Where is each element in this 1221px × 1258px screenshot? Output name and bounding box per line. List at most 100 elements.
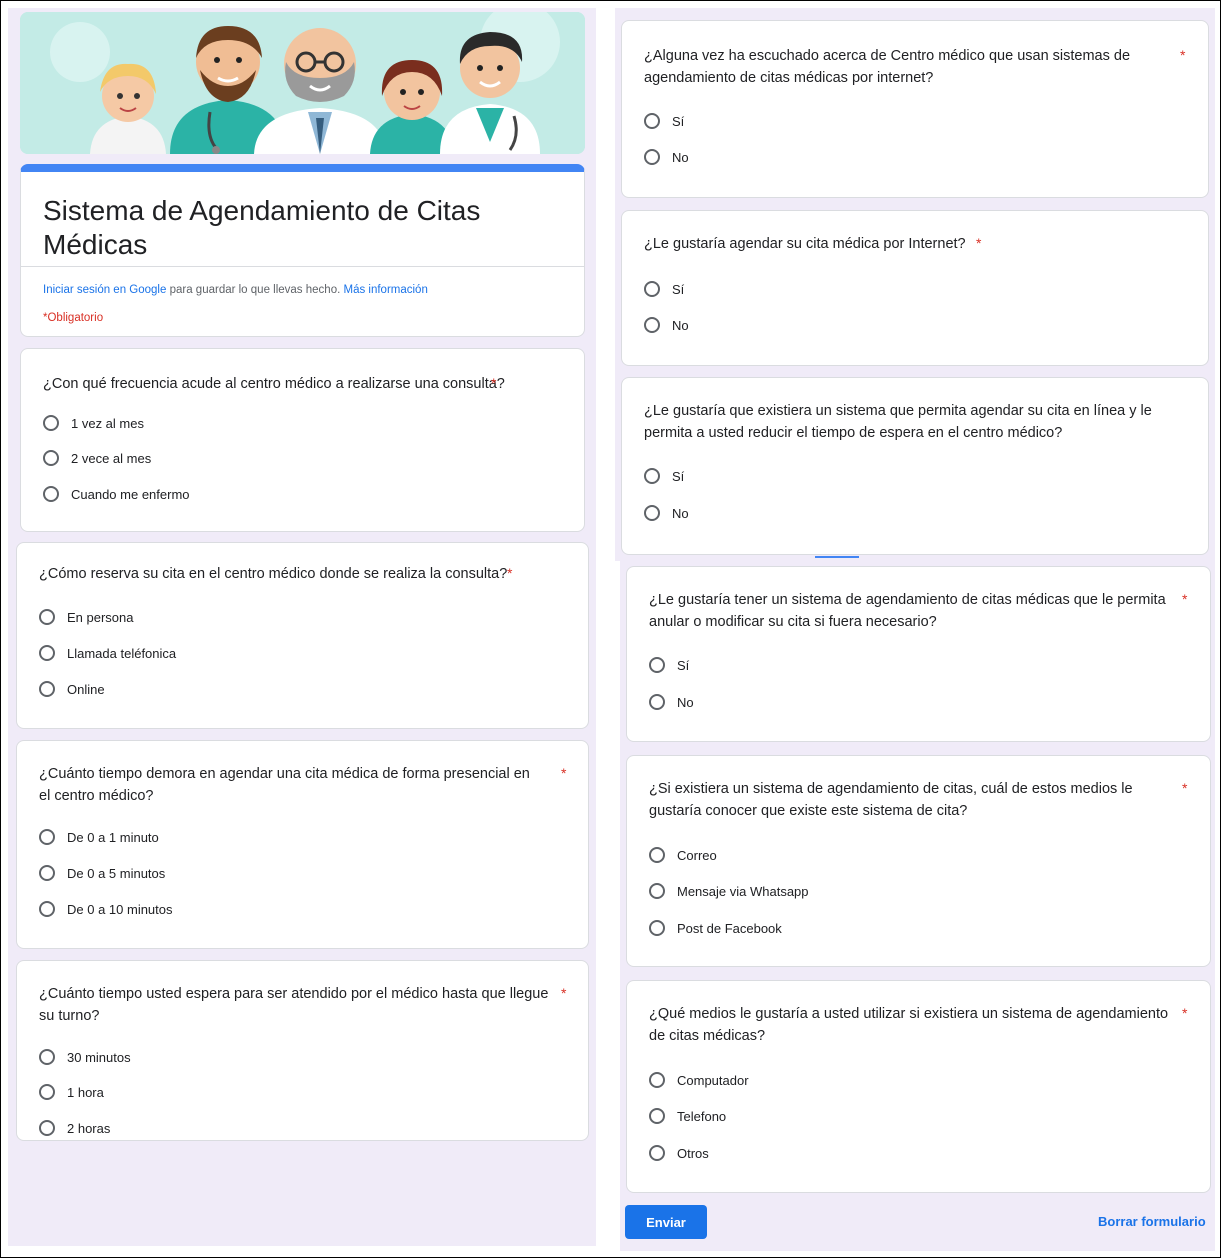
option-label: 2 vece al mes <box>71 450 152 466</box>
option-label: 30 minutos <box>67 1049 131 1065</box>
radio-option[interactable]: No <box>649 694 694 710</box>
radio-option[interactable]: 2 horas <box>39 1120 110 1136</box>
radio-circle-icon[interactable] <box>39 645 55 661</box>
radio-option[interactable]: Sí <box>644 281 684 297</box>
radio-option[interactable]: Online <box>39 681 105 697</box>
question-card: ¿Cómo reserva su cita en el centro médic… <box>16 542 589 729</box>
radio-circle-icon[interactable] <box>39 1049 55 1065</box>
radio-option[interactable]: No <box>644 149 689 165</box>
question-card: ¿Si existiera un sistema de agendamiento… <box>626 755 1211 967</box>
required-asterisk: * <box>1182 591 1188 607</box>
radio-option[interactable]: Mensaje via Whatsapp <box>649 883 809 899</box>
question-title: ¿Si existiera un sistema de agendamiento… <box>649 781 1133 819</box>
option-label: 1 vez al mes <box>71 415 144 431</box>
radio-circle-icon[interactable] <box>649 1108 665 1124</box>
question-card: ¿Qué medios le gustaría a usted utilizar… <box>626 980 1211 1193</box>
radio-circle-icon[interactable] <box>649 847 665 863</box>
option-label: De 0 a 5 minutos <box>67 865 166 881</box>
radio-option[interactable]: De 0 a 1 minuto <box>39 829 159 845</box>
radio-circle-icon[interactable] <box>644 149 660 165</box>
radio-option[interactable]: En persona <box>39 609 134 625</box>
submit-button[interactable]: Enviar <box>625 1205 707 1239</box>
question-card: ¿Con qué frecuencia acude al centro médi… <box>20 348 585 532</box>
option-label: No <box>672 505 689 521</box>
radio-option[interactable]: 30 minutos <box>39 1049 131 1065</box>
radio-circle-icon[interactable] <box>649 1145 665 1161</box>
question-title: ¿Le gustaría que existiera un sistema qu… <box>644 403 1152 441</box>
radio-circle-icon[interactable] <box>644 317 660 333</box>
radio-option[interactable]: No <box>644 505 689 521</box>
radio-option[interactable]: De 0 a 5 minutos <box>39 865 165 881</box>
question-title: ¿Alguna vez ha escuchado acerca de Centr… <box>644 48 1131 86</box>
radio-circle-icon[interactable] <box>39 1120 55 1136</box>
option-label: Sí <box>677 657 690 673</box>
radio-circle-icon[interactable] <box>644 281 660 297</box>
radio-circle-icon[interactable] <box>43 450 59 466</box>
option-label: En persona <box>67 609 134 625</box>
question-title: ¿Cómo reserva su cita en el centro médic… <box>39 566 508 582</box>
required-asterisk: * <box>491 375 497 391</box>
radio-option[interactable]: 1 hora <box>39 1084 104 1100</box>
signin-link[interactable]: Iniciar sesión en Google <box>43 284 166 296</box>
doctors-banner-illustration <box>20 12 585 154</box>
question-title: ¿Cuánto tiempo usted espera para ser ate… <box>39 986 549 1024</box>
radio-circle-icon[interactable] <box>43 486 59 502</box>
header-image <box>20 12 585 154</box>
question-card: ¿Alguna vez ha escuchado acerca de Centr… <box>621 20 1209 198</box>
radio-option[interactable]: Telefono <box>649 1108 726 1124</box>
radio-option[interactable]: Sí <box>644 113 684 129</box>
radio-option[interactable]: Post de Facebook <box>649 920 782 936</box>
radio-option[interactable]: 1 vez al mes <box>43 415 144 431</box>
radio-option[interactable]: No <box>644 317 689 333</box>
signin-notice: Iniciar sesión en Google para guardar lo… <box>43 284 428 296</box>
radio-circle-icon[interactable] <box>649 920 665 936</box>
option-label: 1 hora <box>67 1084 104 1100</box>
option-label: De 0 a 10 minutos <box>67 901 173 917</box>
radio-circle-icon[interactable] <box>39 865 55 881</box>
radio-option[interactable]: Correo <box>649 847 717 863</box>
required-note: *Obligatorio <box>43 312 104 324</box>
radio-option[interactable]: Computador <box>649 1072 749 1088</box>
option-label: Cuando me enfermo <box>71 486 190 502</box>
radio-circle-icon[interactable] <box>644 468 660 484</box>
title-divider <box>21 266 584 267</box>
radio-option[interactable]: Llamada teléfonica <box>39 645 176 661</box>
radio-circle-icon[interactable] <box>39 1084 55 1100</box>
option-label: Computador <box>677 1072 749 1088</box>
question-card: ¿Le gustaría tener un sistema de agendam… <box>626 566 1211 742</box>
option-label: No <box>672 317 689 333</box>
radio-option[interactable]: Cuando me enfermo <box>43 486 190 502</box>
radio-option[interactable]: Sí <box>644 468 684 484</box>
radio-circle-icon[interactable] <box>649 1072 665 1088</box>
radio-circle-icon[interactable] <box>644 505 660 521</box>
radio-circle-icon[interactable] <box>649 883 665 899</box>
radio-circle-icon[interactable] <box>39 609 55 625</box>
radio-circle-icon[interactable] <box>39 901 55 917</box>
radio-option[interactable]: 2 vece al mes <box>43 450 151 466</box>
radio-option[interactable]: Sí <box>649 657 689 673</box>
required-asterisk: * <box>561 985 567 1001</box>
option-label: Sí <box>672 468 685 484</box>
radio-option[interactable]: De 0 a 10 minutos <box>39 901 173 917</box>
required-asterisk: * <box>1180 47 1186 63</box>
required-asterisk: * <box>507 565 513 581</box>
radio-circle-icon[interactable] <box>39 829 55 845</box>
question-card: ¿Le gustaría que existiera un sistema qu… <box>621 377 1209 555</box>
option-label: Post de Facebook <box>677 920 782 936</box>
radio-circle-icon[interactable] <box>644 113 660 129</box>
radio-circle-icon[interactable] <box>649 694 665 710</box>
radio-option[interactable]: Otros <box>649 1145 709 1161</box>
question-title: ¿Cuánto tiempo demora en agendar una cit… <box>39 766 530 804</box>
more-info-link[interactable]: Más información <box>343 284 427 296</box>
required-asterisk: * <box>1182 1005 1188 1021</box>
question-card: ¿Cuánto tiempo usted espera para ser ate… <box>16 960 589 1141</box>
radio-circle-icon[interactable] <box>43 415 59 431</box>
question-title: ¿Le gustaría tener un sistema de agendam… <box>649 592 1166 630</box>
question-title: ¿Con qué frecuencia acude al centro médi… <box>43 376 505 392</box>
radio-circle-icon[interactable] <box>39 681 55 697</box>
option-label: 2 horas <box>67 1120 111 1136</box>
radio-circle-icon[interactable] <box>649 657 665 673</box>
section-divider-marker <box>815 556 859 558</box>
form-title-card: Sistema de Agendamiento de Citas Médicas… <box>20 164 585 337</box>
clear-form-link[interactable]: Borrar formulario <box>1098 1214 1206 1229</box>
